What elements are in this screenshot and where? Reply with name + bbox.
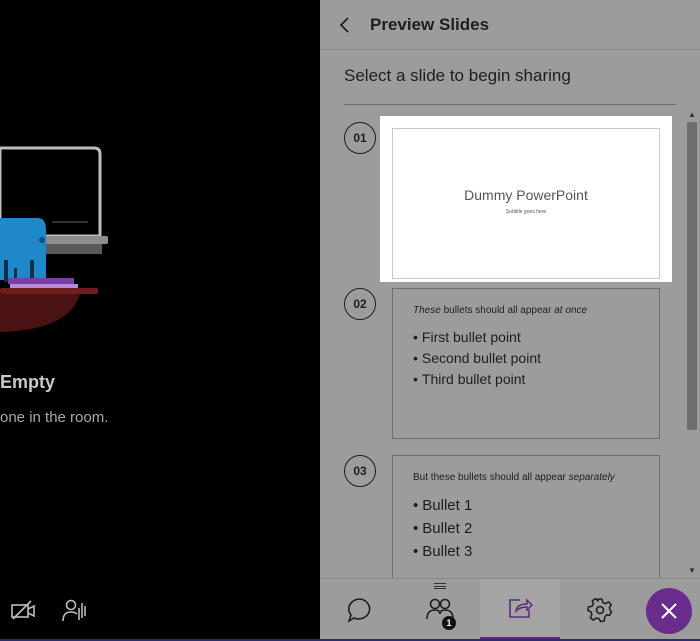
slide-preview: But these bullets should all appear sepa… xyxy=(392,455,660,578)
back-button[interactable] xyxy=(320,0,370,50)
bullet-list: First bullet point Second bullet point T… xyxy=(413,327,541,390)
empty-room-illustration xyxy=(0,146,108,332)
bullet-list: Bullet 1 Bullet 2 Bullet 3 xyxy=(413,494,472,563)
scroll-up-arrow[interactable]: ▲ xyxy=(684,106,700,122)
slide-preview: These bullets should all appear at once … xyxy=(392,288,660,439)
preview-slides-panel: Preview Slides Select a slide to begin s… xyxy=(320,0,700,640)
slide-title: Dummy PowerPoint xyxy=(464,187,588,203)
slide-number: 01 xyxy=(344,122,376,154)
tab-share-content[interactable] xyxy=(480,579,560,640)
divider xyxy=(344,104,676,105)
slide-number: 03 xyxy=(344,455,376,487)
bullet-item: Second bullet point xyxy=(413,348,541,369)
slide-heading-text: bullets should all appear xyxy=(440,305,555,316)
slide-thumbnail-01[interactable]: Dummy PowerPoint Subtitle goes here xyxy=(380,116,672,282)
slide-heading-emphasis: separately xyxy=(568,472,615,483)
slide-list-scrollbar[interactable]: ▲ ▼ xyxy=(684,106,700,578)
slide-heading: These bullets should all appear at once xyxy=(413,305,587,316)
bullet-item: Third bullet point xyxy=(413,369,541,390)
camera-off-icon xyxy=(11,600,35,620)
share-content-icon xyxy=(509,598,533,618)
slide-heading-text: But these bullets should all appear xyxy=(413,472,569,483)
raise-hand-button[interactable] xyxy=(60,596,90,624)
slide-heading-emphasis: These xyxy=(413,305,441,316)
slide-thumbnail-03[interactable]: But these bullets should all appear sepa… xyxy=(380,443,672,578)
tab-chat[interactable] xyxy=(320,579,400,640)
panel-title: Preview Slides xyxy=(370,14,490,34)
settings-gear-icon xyxy=(587,597,613,622)
attendee-count-badge: 1 xyxy=(442,616,456,630)
close-icon xyxy=(661,603,677,619)
panel-instructions: Select a slide to begin sharing xyxy=(344,66,571,85)
collaborate-tab-bar: 1 xyxy=(320,578,700,640)
bullet-item: First bullet point xyxy=(413,327,541,348)
main-stage: Empty one in the room. xyxy=(0,0,320,641)
slide-preview: Dummy PowerPoint Subtitle goes here xyxy=(392,128,660,279)
bullet-item: Bullet 2 xyxy=(413,517,472,540)
tab-settings[interactable] xyxy=(560,579,640,640)
slide-heading: But these bullets should all appear sepa… xyxy=(413,472,615,483)
room-status-title: Empty xyxy=(0,372,56,392)
slide-subtitle: Subtitle goes here xyxy=(505,209,547,215)
camera-toggle-button[interactable] xyxy=(8,596,38,624)
slide-thumbnail-02[interactable]: These bullets should all appear at once … xyxy=(380,276,672,442)
scrollbar-thumb[interactable] xyxy=(687,122,697,430)
tab-attendees[interactable]: 1 xyxy=(400,579,480,640)
panel-header: Preview Slides xyxy=(320,0,700,50)
slide-number: 02 xyxy=(344,288,376,320)
bullet-item: Bullet 3 xyxy=(413,540,472,563)
chat-icon xyxy=(347,597,371,623)
room-status-message: one in the room. xyxy=(0,409,109,426)
slide-list: 01 Dummy PowerPoint Subtitle goes here 0… xyxy=(320,106,684,578)
raise-hand-icon xyxy=(62,599,86,622)
chevron-left-icon xyxy=(339,16,349,33)
scroll-down-arrow[interactable]: ▼ xyxy=(684,562,700,578)
close-panel-button[interactable] xyxy=(646,588,692,634)
slide-heading-emphasis: at once xyxy=(554,305,588,316)
bullet-item: Bullet 1 xyxy=(413,494,472,517)
